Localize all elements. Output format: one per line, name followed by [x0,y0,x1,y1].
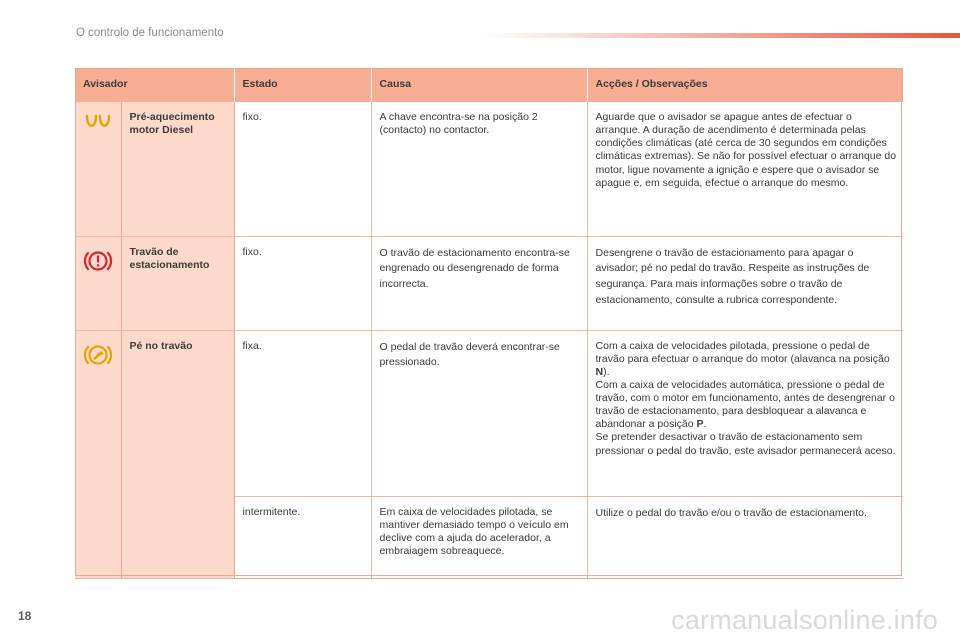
gear-position-p: P [696,418,704,431]
estado-cell: intermitente. [234,496,372,579]
parking-brake-icon-cell [75,236,122,331]
gear-position-n: N [595,365,604,378]
accoes-text: Com a caixa de velocidades pilotada, pre… [595,339,890,365]
warning-name: Pré-aquecimento motor Diesel [121,102,235,237]
table-row-foot-on-brake: Pé no travão fixa. O pedal de travão dev… [75,330,904,579]
causa-cell: O travão de estacionamento encontra-se e… [371,236,588,331]
parking-brake-icon [83,250,112,271]
accoes-text: ). [603,365,610,378]
causa-cell: O pedal de travão deverá encontrar-se pr… [371,330,588,497]
column-header-avisador: Avisador [75,68,235,102]
foot-on-brake-icon [83,344,112,365]
column-header-accoes: Acções / Observações [587,68,904,102]
accoes-text: Com a caixa de velocidades automática, p… [595,378,895,431]
accoes-cell: Aguarde que o avisador se apague antes d… [587,102,904,237]
causa-cell: A chave encontra-se na posição 2 (contac… [371,102,588,237]
table-row-parking-brake: Travão de estacionamento fixo. O travão … [75,236,904,331]
accoes-text: Se pretender desactivar o travão de esta… [595,431,896,457]
accoes-cell: Desengrene o travão de estacionamento pa… [587,236,904,331]
foot-on-brake-icon-cell [75,330,122,579]
header-accent-bar [480,33,960,38]
table-row-glow-plug: Pré-aquecimento motor Diesel fixo. A cha… [75,102,904,237]
estado-cell: fixo. [234,236,372,331]
column-header-estado: Estado [234,68,372,102]
column-header-causa: Causa [371,68,588,102]
section-title: O controlo de funcionamento [76,27,224,39]
accoes-cell: Com a caixa de velocidades pilotada, pre… [587,330,904,497]
table-header-row: Avisador Estado Causa Acções / Observaçõ… [75,68,904,102]
page-number: 18 [18,609,32,623]
causa-cell: Em caixa de velocidades pilotada, se man… [371,496,588,579]
warning-name: Pé no travão [121,330,235,579]
estado-cell: fixo. [234,102,372,237]
warning-name: Travão de estacionamento [121,236,235,331]
glow-plug-icon [85,114,110,127]
glow-plug-icon-cell [75,102,122,237]
accoes-text: . [703,418,707,431]
accoes-cell: Utilize o pedal do travão e/ou o travão … [587,496,904,579]
estado-cell: fixa. [234,330,372,497]
warning-lights-table: Avisador Estado Causa Acções / Observaçõ… [75,68,904,579]
watermark: carmanualsonline.info [671,605,938,635]
